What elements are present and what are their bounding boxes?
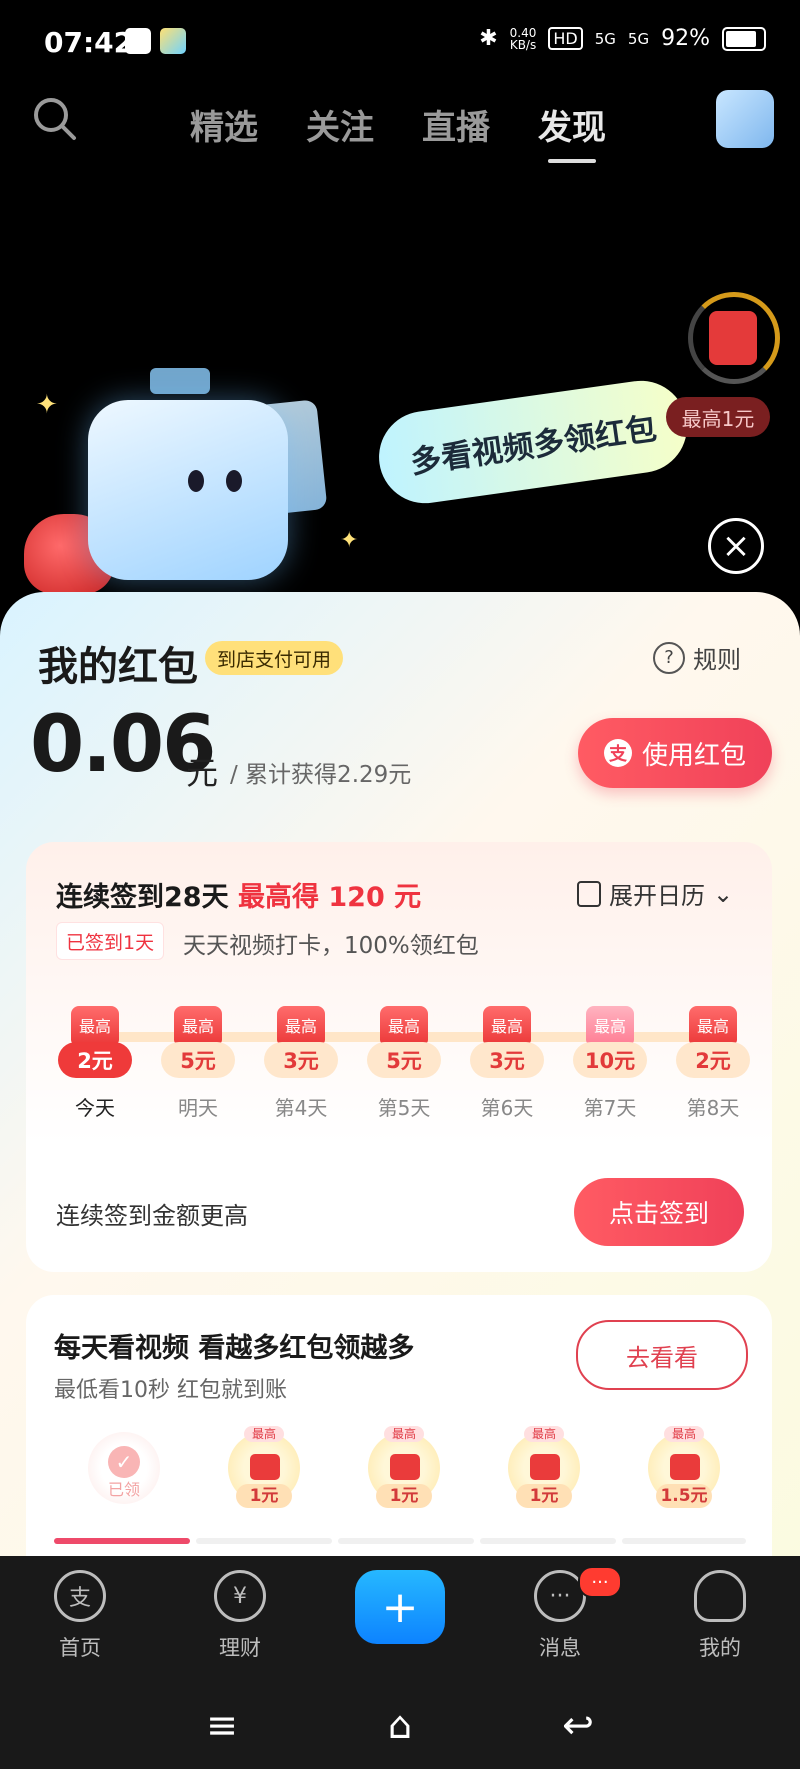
red-packet-timer[interactable] — [688, 292, 780, 384]
yen-icon: ¥ — [214, 1570, 266, 1622]
signed-badge: 已签到1天 — [56, 922, 165, 960]
checkin-note: 连续签到金额更高 — [56, 1202, 248, 1230]
nav-messages-label: 消息 — [539, 1636, 581, 1660]
sign-in-button[interactable]: 点击签到 — [574, 1178, 744, 1246]
user-icon — [694, 1570, 746, 1622]
checkin-day: 最高 2元 第8天 — [668, 1006, 758, 1121]
nav-home-label: 首页 — [59, 1636, 101, 1660]
checkin-day-gift: 最高 10元 第7天 — [565, 1006, 655, 1121]
progress-segment — [196, 1538, 332, 1544]
video-reward-item: ✓ 已领 — [84, 1432, 164, 1504]
net-speed: 0.40 KB/s — [509, 25, 537, 52]
checkin-day: 最高 5元 第5天 — [359, 1006, 449, 1121]
app-notification-icon — [160, 28, 186, 54]
status-right: ✱ 0.40 KB/s HD 5G 5G 92% — [479, 26, 766, 51]
promo-bubble: 多看视频多领红包 — [373, 374, 693, 510]
checkin-title: 连续签到28天 最高得 120 元 — [56, 882, 422, 913]
nav-me-label: 我的 — [699, 1636, 741, 1660]
calendar-icon — [577, 880, 601, 907]
video-reward-item: 最高 1元 — [504, 1426, 584, 1508]
menu-icon[interactable]: ≡ — [197, 1700, 247, 1750]
balance-unit: 元 — [186, 754, 219, 792]
calendar-label: 展开日历 — [609, 882, 705, 910]
usage-tag: 到店支付可用 — [205, 641, 344, 675]
total-earned: / 累计获得2.29元 — [230, 762, 412, 788]
signal-icon-2: 5G — [627, 29, 650, 48]
chevron-down-icon: ⌄ — [713, 879, 734, 908]
battery-percent: 92% — [661, 26, 710, 51]
tab-guanzhu[interactable]: 关注 — [306, 100, 374, 149]
progress-segment — [338, 1538, 474, 1544]
progress-segment — [480, 1538, 616, 1544]
hd-icon: HD — [548, 27, 583, 50]
use-red-packet-button[interactable]: 支 使用红包 — [578, 718, 772, 788]
video-reward-item: 最高 1.5元 — [644, 1426, 724, 1508]
sparkle-icon: ✦ — [36, 390, 58, 420]
alipay-icon: 支 — [603, 739, 632, 767]
top-nav: 精选 关注 直播 发现 — [0, 90, 800, 163]
video-reward-item: 最高 1元 — [224, 1426, 304, 1508]
nav-home[interactable]: 支 首页 — [35, 1570, 125, 1662]
nav-finance-label: 理财 — [219, 1636, 261, 1660]
tab-faxian[interactable]: 发现 — [538, 100, 606, 163]
go-watch-button[interactable]: 去看看 — [576, 1320, 748, 1390]
page-title: 我的红包 — [38, 644, 198, 690]
tab-jingxuan[interactable]: 精选 — [190, 100, 258, 149]
expand-calendar[interactable]: 展开日历 ⌄ — [577, 876, 733, 911]
video-reward-item: 最高 1元 — [364, 1426, 444, 1508]
rules-label: 规则 — [693, 646, 741, 674]
nav-finance[interactable]: ¥ 理财 — [195, 1570, 285, 1662]
tab-zhibo[interactable]: 直播 — [422, 100, 490, 149]
rules-link[interactable]: ? 规则 — [653, 640, 741, 675]
home-icon[interactable]: ⌂ — [375, 1700, 425, 1750]
video-subtitle: 最低看10秒 红包就到账 — [54, 1378, 287, 1403]
status-time: 07:42 — [44, 26, 134, 59]
checkin-day[interactable]: 最高 2元 今天 — [50, 1006, 140, 1121]
sparkle-icon-2: ✦ — [340, 528, 359, 553]
nav-me[interactable]: 我的 — [675, 1570, 765, 1662]
alipay-home-icon: 支 — [54, 1570, 106, 1622]
bluetooth-icon: ✱ — [479, 26, 498, 51]
mascot-hat — [150, 368, 210, 394]
check-icon: ✓ — [108, 1446, 140, 1478]
back-icon[interactable]: ↩ — [553, 1700, 603, 1750]
checkin-day: 最高 5元 明天 — [153, 1006, 243, 1121]
checkin-subtitle: 天天视频打卡，100%领红包 — [183, 933, 479, 959]
video-title: 每天看视频 看越多红包领越多 — [54, 1333, 415, 1364]
publish-plus-button[interactable]: + — [355, 1570, 445, 1644]
signal-icon: 5G — [594, 29, 616, 48]
close-icon[interactable]: × — [708, 518, 764, 574]
message-badge: ··· — [578, 1566, 622, 1598]
question-icon: ? — [653, 641, 685, 674]
alipay-notification-icon — [125, 28, 151, 54]
timer-label: 最高1元 — [666, 397, 770, 437]
search-icon[interactable] — [32, 96, 78, 142]
mascot-illustration — [88, 400, 288, 580]
battery-icon — [722, 26, 766, 51]
checkin-day: 最高 3元 第6天 — [462, 1006, 552, 1121]
checkin-day: 最高 3元 第4天 — [256, 1006, 346, 1121]
status-bar: 07:42 ✱ 0.40 KB/s HD 5G 5G 92% — [0, 0, 800, 90]
progress-segment — [622, 1538, 746, 1544]
use-button-label: 使用红包 — [641, 740, 746, 771]
progress-segment-done — [54, 1538, 190, 1544]
avatar[interactable] — [716, 90, 774, 148]
